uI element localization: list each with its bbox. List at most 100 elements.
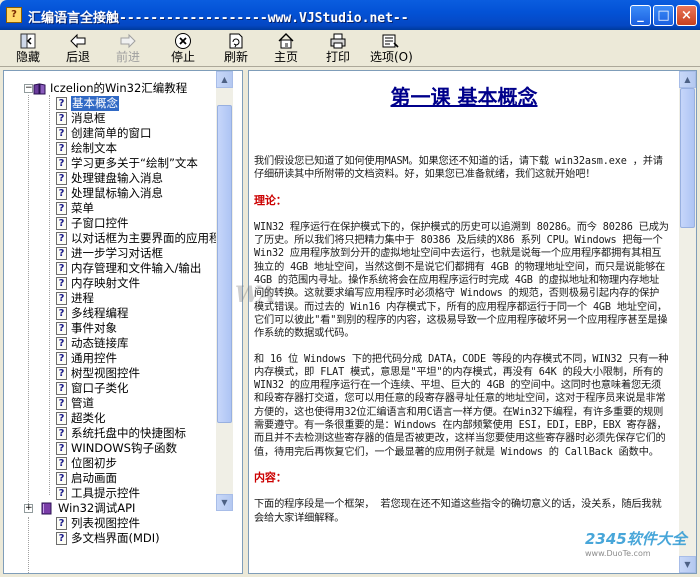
scroll-down-arrow-icon[interactable]: ▼ [216, 494, 233, 511]
help-page-icon: ? [56, 412, 67, 425]
help-page-icon: ? [56, 172, 67, 185]
close-button[interactable]: × [676, 5, 697, 26]
tree-topic-item[interactable]: ? 位图初步 [4, 456, 216, 471]
tree-item-label: 多线程编程 [71, 306, 129, 320]
tree-topic-item[interactable]: ? 窗口子类化 [4, 381, 216, 396]
help-page-icon: ? [56, 142, 67, 155]
tree-topic-item[interactable]: ? 学习更多关于“绘制”文本 [4, 156, 216, 171]
tree-item-label: 事件对象 [71, 321, 117, 335]
tree-topic-item[interactable]: ? 管道 [4, 396, 216, 411]
help-page-icon: ? [56, 187, 67, 200]
tree-item-label: 处理鼠标输入消息 [71, 186, 163, 200]
help-page-icon: ? [56, 262, 67, 275]
help-page-icon: ? [56, 352, 67, 365]
tree-item-label: 启动画面 [71, 471, 117, 485]
tree-scrollbar[interactable]: ▲ ▼ [216, 71, 233, 511]
back-button[interactable]: 后退 [60, 31, 96, 65]
tree-topic-item[interactable]: ? 多文档界面(MDI) [4, 531, 216, 546]
maximize-button[interactable]: □ [653, 5, 674, 26]
forward-arrow-icon [110, 32, 146, 50]
tree-item-label: 绘制文本 [71, 141, 117, 155]
tree-topic-item[interactable]: ? 列表视图控件 [4, 516, 216, 531]
tree-topic-item[interactable]: ? 绘制文本 [4, 141, 216, 156]
tree-topic-item[interactable]: ? 以对话框为主要界面的应用程 [4, 231, 221, 246]
tree-topic-item[interactable]: ? 工具提示控件 [4, 486, 216, 501]
tree-item-label: 创建简单的窗口 [71, 126, 152, 140]
home-button[interactable]: 主页 [268, 31, 304, 65]
app-icon[interactable]: ? [6, 7, 22, 23]
help-page-icon: ? [56, 517, 67, 530]
help-page-icon: ? [56, 247, 67, 260]
tree-topic-item[interactable]: ? 子窗口控件 [4, 216, 216, 231]
collapse-icon[interactable]: − [24, 84, 33, 93]
help-page-icon: ? [56, 277, 67, 290]
expand-icon[interactable]: + [24, 504, 33, 513]
scroll-up-arrow-icon[interactable]: ▲ [216, 71, 233, 88]
tree-topic-item[interactable]: ? 进一步学习对话框 [4, 246, 216, 261]
home-icon [268, 32, 304, 50]
help-page-icon: ? [56, 457, 67, 470]
tree-topic-item[interactable]: ? 内存映射文件 [4, 276, 216, 291]
tree-item-label: 动态链接库 [71, 336, 129, 350]
tree-topic-item[interactable]: ? 菜单 [4, 201, 216, 216]
tree-topic-item[interactable]: ? 树型视图控件 [4, 366, 216, 381]
tree-topic-item[interactable]: ? 事件对象 [4, 321, 216, 336]
help-page-icon: ? [56, 157, 67, 170]
help-page-icon: ? [56, 397, 67, 410]
lesson-body: 我们假设您已知道了如何使用MASM。如果您还不知道的话，请下载 win32asm… [254, 155, 669, 537]
tree-topic-item[interactable]: ? 系统托盘中的快捷图标 [4, 426, 216, 441]
tree-item-label: 窗口子类化 [71, 381, 129, 395]
tree-item-label: 位图初步 [71, 456, 117, 470]
tree-topic-item[interactable]: ? 多线程编程 [4, 306, 216, 321]
tree-topic-item[interactable]: ? 通用控件 [4, 351, 216, 366]
tree-item-label: 基本概念 [71, 96, 119, 111]
tree-topic-item[interactable]: ? WINDOWS钩子函数 [4, 441, 216, 456]
tree-topic-item[interactable]: ? 超类化 [4, 411, 216, 426]
tree-topic-item[interactable]: ? 创建简单的窗口 [4, 126, 216, 141]
scroll-thumb[interactable] [680, 88, 695, 228]
help-page-icon: ? [56, 232, 67, 245]
options-button[interactable]: 选项(O) [370, 31, 413, 65]
tree-topic-item[interactable]: ? 动态链接库 [4, 336, 216, 351]
back-arrow-icon [60, 32, 96, 50]
help-page-icon: ? [56, 487, 67, 500]
tree-topic-item[interactable]: ? 处理鼠标输入消息 [4, 186, 216, 201]
tree-item-label: 多文档界面(MDI) [71, 531, 160, 545]
closed-book-icon [41, 502, 52, 515]
hide-button[interactable]: 隐藏 [10, 31, 46, 65]
forward-button[interactable]: 前进 [110, 31, 146, 65]
tree-item-label: 系统托盘中的快捷图标 [71, 426, 186, 440]
tree-item-label: 内存管理和文件输入/输出 [71, 261, 202, 275]
refresh-button[interactable]: 刷新 [218, 31, 254, 65]
topic-content-pane: 第一课 基本概念 我们假设您已知道了如何使用MASM。如果您还不知道的话，请下载… [248, 70, 697, 574]
tree-topic-item[interactable]: ? 基本概念 [4, 96, 216, 111]
tree-item-label: Win32调试API [58, 501, 136, 515]
stop-icon [165, 32, 201, 50]
tree-item-label: 超类化 [71, 411, 106, 425]
stop-button[interactable]: 停止 [165, 31, 201, 65]
tree-topic-item[interactable]: ? 消息框 [4, 111, 216, 126]
watermark-logo: 2345软件大全 www.DuoTe.com [585, 528, 697, 568]
content-heading: 内容： [254, 470, 287, 484]
contents-tree-pane: − Iczelion的Win32汇编教程 ? 基本概念? 消息框? 创建简单的窗口? 绘… [3, 70, 243, 574]
help-page-icon: ? [56, 337, 67, 350]
options-icon [370, 32, 410, 50]
theory-paragraph-2: 和 16 位 Windows 下的把代码分成 DATA，CODE 等段的内存模式… [254, 353, 669, 458]
scroll-thumb[interactable] [217, 105, 232, 423]
print-button[interactable]: 打印 [320, 31, 356, 65]
tree-item-label: 进一步学习对话框 [71, 246, 163, 260]
content-scrollbar[interactable]: ▲ ▼ [679, 71, 696, 573]
watermark-logo-url: www.DuoTe.com [585, 549, 651, 558]
scroll-up-arrow-icon[interactable]: ▲ [679, 71, 696, 88]
tree-root-item[interactable]: − Iczelion的Win32汇编教程 [4, 81, 216, 96]
help-page-icon: ? [56, 532, 67, 545]
tree-topic-item[interactable]: ? 内存管理和文件输入/输出 [4, 261, 216, 276]
tree-item-label: 工具提示控件 [71, 486, 140, 500]
tree-topic-item[interactable]: ? 启动画面 [4, 471, 216, 486]
tree-item-label: 处理键盘输入消息 [71, 171, 163, 185]
tree-topic-item[interactable]: ? 处理键盘输入消息 [4, 171, 216, 186]
tree-book-item[interactable]: + Win32调试API [4, 501, 216, 516]
help-page-icon: ? [56, 322, 67, 335]
minimize-button[interactable]: _ [630, 5, 651, 26]
tree-topic-item[interactable]: ? 进程 [4, 291, 216, 306]
